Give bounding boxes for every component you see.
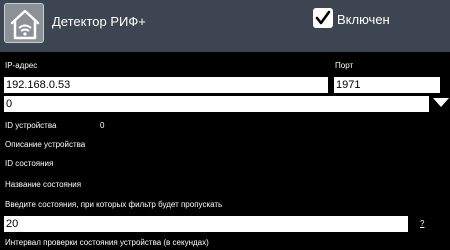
- header-bar: Детектор РИФ+ Включен: [0, 0, 450, 52]
- ip-address-input[interactable]: 192.168.0.53: [4, 77, 328, 93]
- enabled-checkbox[interactable]: [313, 8, 333, 28]
- check-interval-label: Интервал проверки состояния устройства (…: [5, 238, 209, 247]
- device-select[interactable]: 0: [4, 96, 429, 112]
- enabled-label: Включен: [337, 12, 390, 27]
- device-description-label: Описание устройства: [5, 140, 86, 149]
- pass-states-input[interactable]: 20: [4, 216, 408, 232]
- checkmark-icon: [315, 10, 331, 25]
- home-wifi-icon: [4, 3, 44, 43]
- device-id-value: 0: [100, 121, 105, 130]
- page-title: Детектор РИФ+: [52, 14, 146, 29]
- device-id-label: ID устройства: [5, 121, 57, 130]
- state-id-label: ID состояния: [5, 159, 54, 168]
- port-label: Порт: [335, 61, 354, 70]
- state-name-label: Название состояния: [5, 180, 82, 189]
- ip-label: IP-адрес: [5, 61, 38, 70]
- pass-states-label: Введите состояния, при которых фильтр бу…: [5, 200, 223, 209]
- triangle-down-icon[interactable]: [433, 98, 449, 107]
- help-link[interactable]: ?: [420, 219, 424, 228]
- port-input[interactable]: 1971: [334, 77, 440, 93]
